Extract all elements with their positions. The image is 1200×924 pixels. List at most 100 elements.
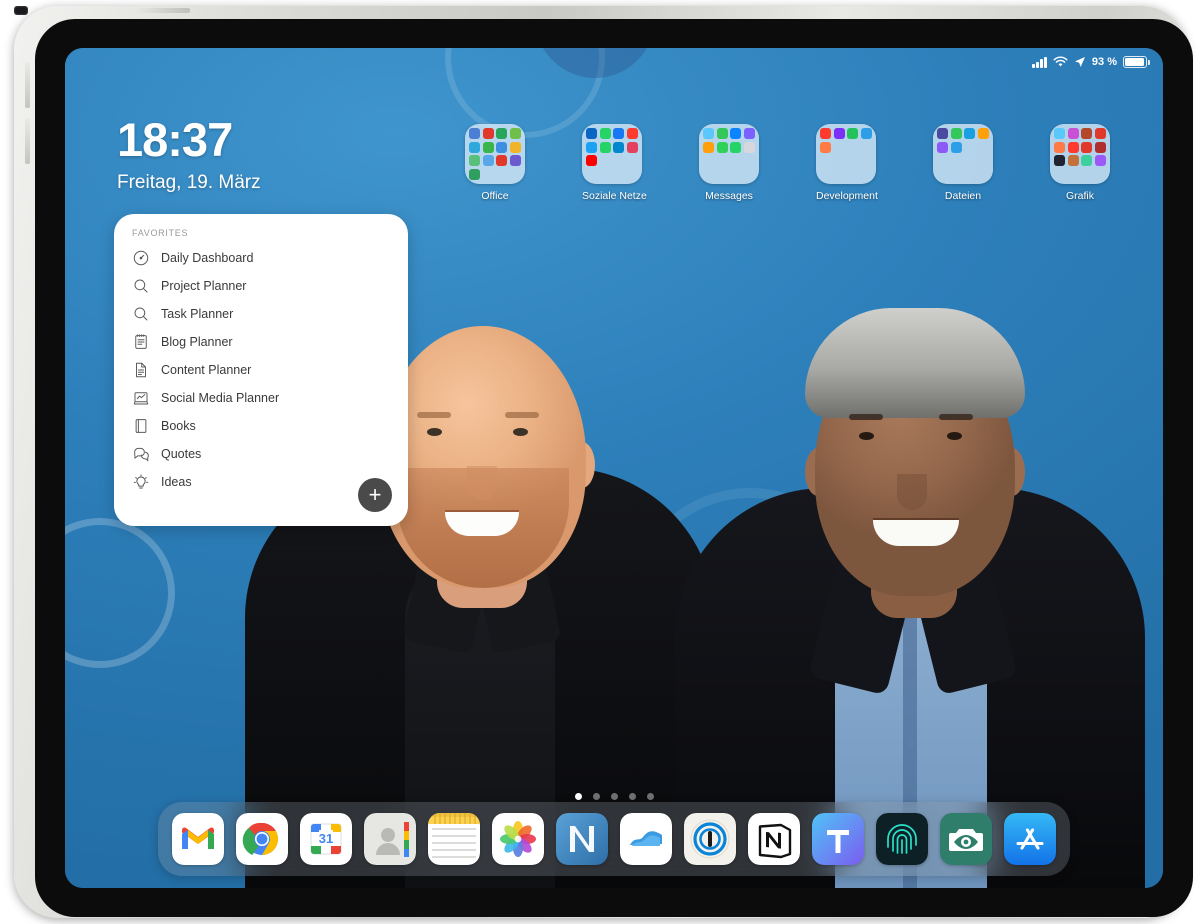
- folder-office[interactable]: Office: [465, 124, 525, 202]
- folder-dateien[interactable]: Dateien: [933, 124, 993, 202]
- dock-app-touch-id-app[interactable]: [876, 813, 928, 865]
- folder-grafik[interactable]: Grafik: [1050, 124, 1110, 202]
- battery-percent-label: 93 %: [1091, 56, 1117, 68]
- dock-app-textastic[interactable]: [812, 813, 864, 865]
- favorites-list-item[interactable]: Blog Planner: [114, 328, 408, 356]
- folder-messages[interactable]: Messages: [699, 124, 759, 202]
- dock: 31: [158, 802, 1070, 876]
- folder-label: Development: [816, 190, 878, 202]
- favorites-item-label: Books: [161, 419, 196, 433]
- folder-mini-app-icon: [1094, 141, 1106, 153]
- favorites-list-item[interactable]: Social Media Planner: [114, 384, 408, 412]
- favorites-list-item[interactable]: Project Planner: [114, 272, 408, 300]
- lightbulb-icon: [132, 473, 150, 491]
- favorites-item-label: Quotes: [161, 447, 202, 461]
- favorites-widget[interactable]: FAVORITES Daily Dashboard Project Planner…: [114, 214, 408, 526]
- folder-tile[interactable]: [699, 124, 759, 184]
- folder-mini-app-icon: [1094, 155, 1106, 166]
- folder-mini-app-icon: [964, 128, 976, 139]
- favorites-title: FAVORITES: [132, 228, 189, 238]
- dock-app-chrome[interactable]: [236, 813, 288, 865]
- notepad-icon: [132, 333, 150, 351]
- page-dots[interactable]: [65, 793, 1163, 800]
- dock-app-photos[interactable]: [492, 813, 544, 865]
- dock-app-gmail[interactable]: [172, 813, 224, 865]
- folder-mini-app-icon: [1067, 128, 1079, 139]
- folder-mini-app-icon: [1054, 155, 1065, 166]
- folder-mini-app-icon: [1054, 128, 1065, 139]
- gauge-icon: [132, 249, 150, 267]
- folder-mini-app-icon: [820, 128, 831, 139]
- folder-mini-app-icon: [496, 141, 508, 153]
- page-dot[interactable]: [592, 793, 600, 800]
- folder-mini-app-icon: [496, 155, 508, 166]
- folder-mini-app-icon: [586, 141, 597, 153]
- page-dot[interactable]: [610, 793, 618, 800]
- folder-mini-app-icon: [820, 141, 831, 153]
- folder-mini-app-icon: [716, 141, 728, 153]
- favorites-item-label: Task Planner: [161, 307, 234, 321]
- book-icon: [132, 417, 150, 435]
- page-dot[interactable]: [628, 793, 636, 800]
- folder-mini-app-icon: [1067, 155, 1079, 166]
- folder-mini-app-icon: [716, 128, 728, 139]
- ipad-home-screen[interactable]: 93 % 18:37 Freitag, 19. März Office Sozia…: [65, 48, 1163, 888]
- folder-mini-app-icon: [482, 141, 494, 153]
- dock-app-1password[interactable]: [684, 813, 736, 865]
- folder-label: Messages: [705, 190, 753, 202]
- folder-mini-app-icon: [860, 128, 872, 139]
- favorites-list-item[interactable]: Content Planner: [114, 356, 408, 384]
- favorites-list-item[interactable]: Quotes: [114, 440, 408, 468]
- cellular-signal-icon: [1032, 56, 1047, 68]
- dock-app-google-calendar[interactable]: 31: [300, 813, 352, 865]
- folders-row: Office Soziale Netze Messages Development Da…: [465, 124, 1110, 202]
- folder-mini-app-icon: [743, 141, 755, 153]
- folder-mini-app-icon: [703, 128, 714, 139]
- page-dot[interactable]: [574, 793, 582, 800]
- status-bar: 93 %: [1032, 56, 1150, 68]
- folder-mini-app-icon: [950, 128, 962, 139]
- dock-app-app-store[interactable]: [1004, 813, 1056, 865]
- folder-soziale-netze[interactable]: Soziale Netze: [582, 124, 647, 202]
- chart-board-icon: [132, 389, 150, 407]
- folder-mini-app-icon: [599, 141, 611, 153]
- folder-mini-app-icon: [937, 141, 948, 153]
- dock-app-mindnode[interactable]: [620, 813, 672, 865]
- favorites-item-label: Ideas: [161, 475, 192, 489]
- dock-app-google-contacts[interactable]: [364, 813, 416, 865]
- folder-mini-app-icon: [613, 141, 625, 153]
- location-arrow-icon: [1074, 57, 1085, 67]
- folder-mini-app-icon: [509, 141, 521, 153]
- dock-app-notes[interactable]: [428, 813, 480, 865]
- add-button[interactable]: +: [358, 478, 392, 512]
- power-button[interactable]: [134, 8, 190, 13]
- ipad-device-frame: 93 % 18:37 Freitag, 19. März Office Sozia…: [14, 6, 1193, 918]
- folder-mini-app-icon: [509, 128, 521, 139]
- folder-mini-app-icon: [1067, 141, 1079, 153]
- folder-mini-app-icon: [613, 128, 625, 139]
- folder-tile[interactable]: [582, 124, 642, 184]
- favorites-list-item[interactable]: Task Planner: [114, 300, 408, 328]
- folder-mini-app-icon: [509, 155, 521, 166]
- favorites-list-item[interactable]: Daily Dashboard: [114, 244, 408, 272]
- folder-development[interactable]: Development: [816, 124, 878, 202]
- folder-mini-app-icon: [469, 168, 480, 180]
- dock-app-notability[interactable]: [556, 813, 608, 865]
- folder-mini-app-icon: [1054, 141, 1065, 153]
- favorites-item-label: Social Media Planner: [161, 391, 280, 405]
- folder-mini-app-icon: [599, 128, 611, 139]
- folder-tile[interactable]: [465, 124, 525, 184]
- folder-mini-app-icon: [469, 141, 480, 153]
- folder-tile[interactable]: [933, 124, 993, 184]
- folder-mini-app-icon: [833, 128, 845, 139]
- favorites-list-item[interactable]: Books: [114, 412, 408, 440]
- folder-tile[interactable]: [816, 124, 876, 184]
- page-dot[interactable]: [646, 793, 654, 800]
- dock-app-notion[interactable]: [748, 813, 800, 865]
- folder-mini-app-icon: [730, 128, 742, 139]
- folder-tile[interactable]: [1050, 124, 1110, 184]
- wallpaper-person-right: [675, 188, 1145, 888]
- volume-up-button[interactable]: [25, 62, 30, 108]
- volume-down-button[interactable]: [25, 118, 30, 164]
- dock-app-halide[interactable]: [940, 813, 992, 865]
